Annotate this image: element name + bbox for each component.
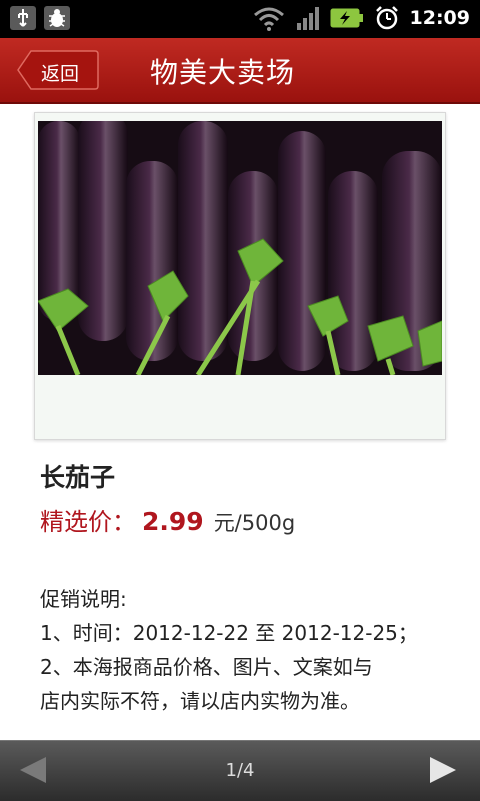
product-image [34,112,446,440]
promo-heading: 促销说明: [40,587,127,611]
back-button[interactable]: 返回 [17,50,99,90]
bottom-pager: 1/4 [0,740,480,801]
promo-description: 促销说明: 1、时间：2012-12-22 至 2012-12-25； 2、本海… [40,582,460,718]
product-name: 长茄子 [40,463,116,492]
price-label: 精选价： [40,508,136,536]
price-row: 精选价： 2.99 元/500g [40,502,295,537]
promo-line-2b: 店内实际不符，请以店内实物为准。 [40,689,360,713]
usb-icon [10,6,36,30]
signal-icon [296,7,319,30]
wifi-icon [253,7,284,31]
page-indicator: 1/4 [225,760,255,781]
eggplant-photo [38,121,442,375]
back-button-label: 返回 [41,63,80,85]
page-title: 物美大卖场 [150,56,296,89]
status-bar: 12:09 [0,0,480,38]
battery-charging-icon [330,8,363,28]
clock-time: 12:09 [409,7,470,29]
next-page-button[interactable] [428,755,458,785]
promo-line-2a: 2、本海报商品价格、图片、文案如与 [40,655,373,679]
price-value: 2.99 [142,507,204,536]
title-bar: 返回 物美大卖场 [0,38,480,104]
price-unit: 元/500g [213,511,296,535]
promo-line-1: 1、时间：2012-12-22 至 2012-12-25； [40,621,418,645]
debug-bug-icon [44,6,70,30]
alarm-clock-icon [375,6,398,30]
